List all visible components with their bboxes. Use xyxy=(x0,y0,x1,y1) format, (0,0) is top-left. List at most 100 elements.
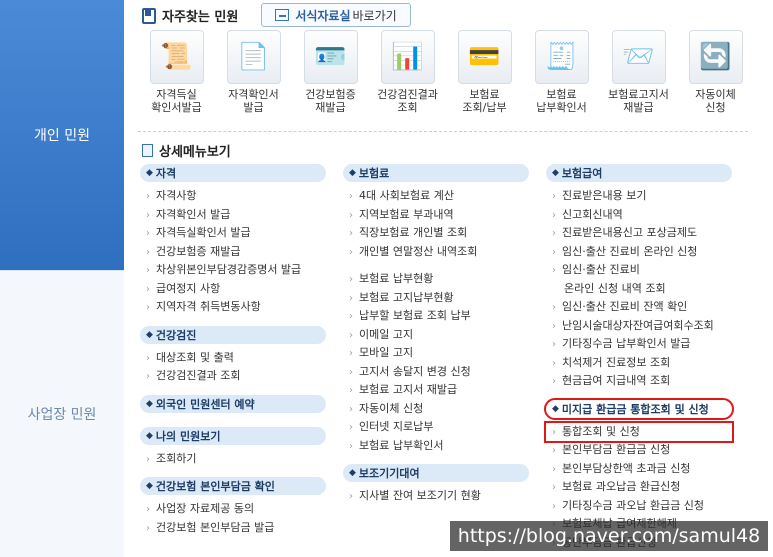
favorite-label: 자격확인서 발급 xyxy=(228,88,279,114)
category-header[interactable]: ◆ 보험료 xyxy=(343,164,529,182)
favorite-item[interactable]: 💳 보험료 조회/납부 xyxy=(446,30,523,114)
favorite-item[interactable]: 📜 자격득실 확인서발급 xyxy=(138,30,215,114)
menu-link[interactable]: 보험료 고지서 재발급 xyxy=(343,381,529,400)
category-label: 보조기기대여 xyxy=(358,467,420,480)
bill-icon: 📨 xyxy=(611,30,666,84)
chart-icon: 📊 xyxy=(380,30,435,84)
favorites-list: 📜 자격득실 확인서발급 📄 자격확인서 발급 🪪 건강보험증 재발급 📊 건강검진결과 조회… xyxy=(138,30,758,114)
category-label: 건강검진 xyxy=(155,328,197,342)
menu-link[interactable]: 보험료 납부현황 xyxy=(343,270,529,289)
menu-link[interactable]: 지사별 잔여 보조기기 현황 xyxy=(343,487,529,506)
menu-link[interactable]: 지역자격 취득변동사항 xyxy=(140,298,326,317)
category-header[interactable]: ◆ 자격 xyxy=(140,164,326,182)
diamond-icon: ◆ xyxy=(146,398,153,409)
tab-business-civil[interactable]: 사업장 민원 xyxy=(0,270,124,557)
menu-link[interactable]: 납부할 보험료 조회 납부 xyxy=(343,307,529,326)
favorite-label: 보험료 납부확인서 xyxy=(536,88,587,114)
menu-link[interactable]: 자격확인서 발급 xyxy=(140,206,326,225)
tab-personal-label: 개인 민원 xyxy=(34,128,90,144)
favorite-item[interactable]: 📄 자격확인서 발급 xyxy=(215,30,292,114)
menu-link[interactable]: 건강보험증 재발급 xyxy=(140,243,326,262)
favorite-label: 자격득실 확인서발급 xyxy=(151,88,202,114)
watermark: https://blog.naver.com/samul48 xyxy=(450,521,768,551)
detail-column-3: ◆보험급여진료받은내용 보기신고회신내역진료받은내용신고 포상금제도임신·출산 … xyxy=(544,164,734,552)
tab-personal-civil[interactable]: 개인 민원 xyxy=(0,0,124,270)
favorites-header: 자주찾는 민원 xyxy=(142,6,238,25)
menu-link[interactable]: 이메일 고지 xyxy=(343,326,529,345)
menu-link[interactable]: 본인부담상한액 초과금 신청 xyxy=(546,460,732,479)
menu-link[interactable]: 개인별 연말정산 내역조회 xyxy=(343,243,529,262)
category-header[interactable]: ◆ 건강보험 본인부담금 확인 xyxy=(140,477,326,495)
menu-link[interactable]: 보험료 과오납금 환급신청 xyxy=(546,478,732,497)
menu-link[interactable]: 급여정지 사항 xyxy=(140,280,326,299)
diamond-icon: ◆ xyxy=(349,468,356,478)
favorite-item[interactable]: 🧾 보험료 납부확인서 xyxy=(523,30,600,114)
menu-link[interactable]: 건강보험 본인부담금 발급 xyxy=(140,519,326,538)
menu-link[interactable]: 자격사항 xyxy=(140,187,326,206)
menu-link[interactable]: 통합조회 및 신청 xyxy=(544,420,734,443)
menu-link[interactable]: 본인부담금 환급금 신청 xyxy=(546,441,732,460)
menu-link[interactable]: 진료받은내용 보기 xyxy=(546,187,732,206)
menu-link[interactable]: 인터넷 지로납부 xyxy=(343,418,529,437)
favorite-item[interactable]: 📨 보험료고지서 재발급 xyxy=(600,30,677,114)
menu-link[interactable]: 모바일 고지 xyxy=(343,344,529,363)
category-header[interactable]: ◆ 건강검진 xyxy=(140,325,326,344)
diamond-icon: ◆ xyxy=(349,168,356,178)
menu-link[interactable]: 대상조회 및 출력 xyxy=(140,349,326,368)
category-header[interactable]: ◆ 보험급여 xyxy=(546,164,732,182)
bookmark-icon xyxy=(142,7,156,24)
document-icon: 📄 xyxy=(226,30,281,84)
menu-link[interactable]: 신고회신내역 xyxy=(546,206,732,225)
detail-column-2: ◆보험료 4대 사회보험료 계산지역보험료 부과내역직장보험료 개인별 조회개인별… xyxy=(343,164,529,506)
category-header[interactable]: ◆ 보조기기대여 xyxy=(343,464,529,482)
menu-link[interactable]: 직장보험료 개인별 조회 xyxy=(343,224,529,243)
favorite-label: 보험료고지서 재발급 xyxy=(608,88,669,114)
diamond-icon: ◆ xyxy=(146,329,153,340)
menu-link[interactable]: 임신·출산 진료비 잔액 확인 xyxy=(546,298,732,317)
receipt-icon: 🧾 xyxy=(534,30,589,84)
favorite-label: 건강검진결과 조회 xyxy=(377,88,438,114)
menu-link[interactable]: 현금급여 지급내역 조회 xyxy=(546,372,732,391)
menu-link[interactable]: 조회하기 xyxy=(140,450,326,469)
menu-link[interactable]: 자동이체 신청 xyxy=(343,400,529,419)
favorite-item[interactable]: 🪪 건강보험증 재발급 xyxy=(292,30,369,114)
forms-library-label: 서식자료실 xyxy=(295,8,351,23)
folder-icon xyxy=(275,9,290,21)
favorite-item[interactable]: 🔄 자동이체 신청 xyxy=(677,30,754,114)
detail-menu-header: 상세메뉴보기 xyxy=(142,141,231,160)
menu-link[interactable]: 기타징수금 과오납 환급금 신청 xyxy=(546,497,732,516)
category-header[interactable]: ◆ 나의 민원보기 xyxy=(140,426,326,445)
favorite-label: 자동이체 신청 xyxy=(695,88,736,114)
menu-link[interactable]: 4대 사회보험료 계산 xyxy=(343,187,529,206)
section-divider xyxy=(138,131,748,132)
menu-link[interactable]: 임신·출산 진료비 xyxy=(546,261,732,280)
menu-link[interactable]: 지역보험료 부과내역 xyxy=(343,206,529,225)
diamond-icon: ◆ xyxy=(146,481,153,491)
menu-link[interactable]: 차상위본인부담경감증명서 발급 xyxy=(140,261,326,280)
menu-link[interactable]: 고지서 송달지 변경 신청 xyxy=(343,363,529,382)
menu-link[interactable]: 사업장 자료제공 동의 xyxy=(140,500,326,519)
category-label: 건강보험 본인부담금 확인 xyxy=(155,480,275,493)
menu-link[interactable]: 난임시술대상자잔여급여회수조회 xyxy=(546,317,732,336)
menu-link[interactable]: 진료받은내용신고 포상금제도 xyxy=(546,224,732,243)
menu-link[interactable]: 건강검진결과 조회 xyxy=(140,367,326,386)
auto-transfer-icon: 🔄 xyxy=(688,30,743,84)
category-label: 나의 민원보기 xyxy=(155,429,221,443)
menu-link[interactable]: 임신·출산 진료비 온라인 신청 xyxy=(546,243,732,262)
favorite-item[interactable]: 📊 건강검진결과 조회 xyxy=(369,30,446,114)
menu-link[interactable]: 보험료 고지납부현황 xyxy=(343,289,529,308)
category-label: 미지급 환급금 통합조회 및 신청 xyxy=(561,402,709,416)
forms-library-button[interactable]: 서식자료실 바로가기 xyxy=(261,3,411,27)
menu-link[interactable]: 자격득실확인서 발급 xyxy=(140,224,326,243)
insurance-card-icon: 🪪 xyxy=(303,30,358,84)
menu-link[interactable]: 보험료 납부확인서 xyxy=(343,437,529,456)
menu-link[interactable]: 기타징수금 납부확인서 발급 xyxy=(546,335,732,354)
tab-business-label: 사업장 민원 xyxy=(27,407,97,423)
diamond-icon: ◆ xyxy=(146,168,153,178)
menu-link[interactable]: 치석제거 진료정보 조회 xyxy=(546,354,732,373)
category-header[interactable]: ◆ 미지급 환급금 통합조회 및 신청 xyxy=(544,397,734,420)
category-header[interactable]: ◆ 외국인 민원센터 예약 xyxy=(140,394,326,413)
diamond-icon: ◆ xyxy=(146,430,153,441)
payment-icon: 💳 xyxy=(457,30,512,84)
menu-link[interactable]: 온라인 신청 내역 조회 xyxy=(546,280,732,299)
